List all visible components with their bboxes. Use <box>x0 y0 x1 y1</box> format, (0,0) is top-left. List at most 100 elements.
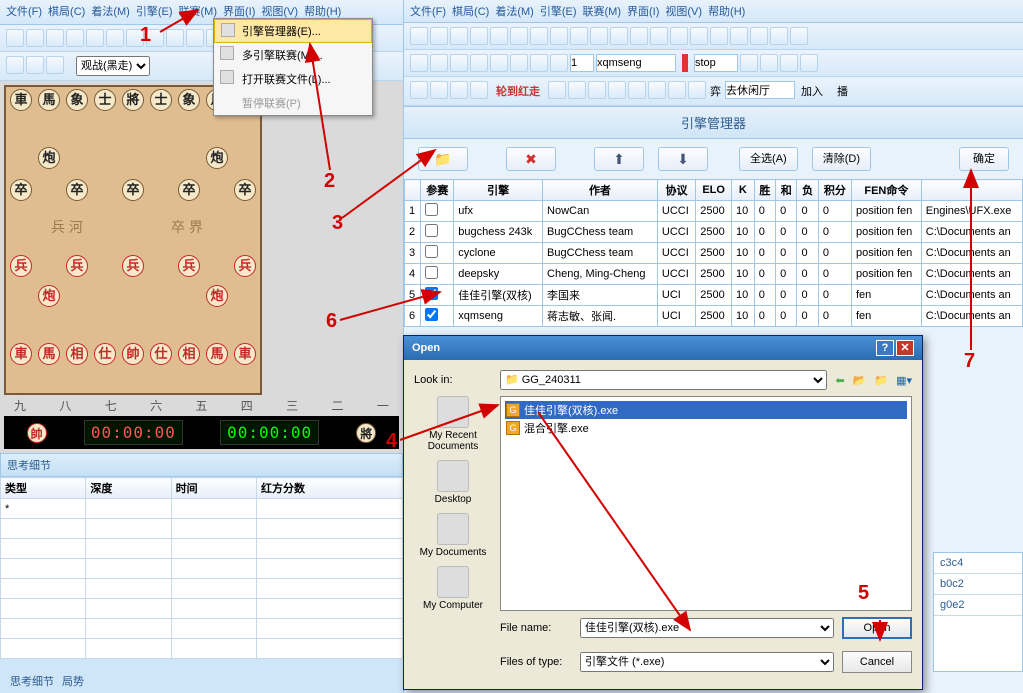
toolbar-button[interactable] <box>630 27 648 45</box>
em-col[interactable]: 积分 <box>818 180 851 201</box>
toolbar-button[interactable] <box>146 29 164 47</box>
move-down-button[interactable]: ⬇ <box>658 147 708 171</box>
file-item[interactable]: G混合引擎.exe <box>505 419 907 437</box>
participate-checkbox[interactable] <box>425 266 438 279</box>
em-col[interactable] <box>921 180 1022 201</box>
toolbar-button[interactable] <box>26 29 44 47</box>
em-col[interactable]: 作者 <box>543 180 658 201</box>
toolbar-button[interactable] <box>106 29 124 47</box>
toolbar-button[interactable] <box>166 29 184 47</box>
engine-row[interactable]: 4deepskyCheng, Ming-ChengUCCI2500100000p… <box>405 264 1023 285</box>
em-col[interactable]: 负 <box>797 180 818 201</box>
em-col[interactable]: ELO <box>696 180 732 201</box>
move-item[interactable]: g0e2 <box>934 595 1022 616</box>
toolbar-button[interactable] <box>450 81 468 99</box>
em-col[interactable] <box>405 180 421 201</box>
move-item[interactable]: b0c2 <box>934 574 1022 595</box>
toolbar-button[interactable] <box>430 54 448 72</box>
ok-button[interactable]: 确定 <box>959 147 1009 171</box>
em-col[interactable]: 和 <box>776 180 797 201</box>
menu-file[interactable]: 文件(F) <box>6 3 42 21</box>
toolbar-button[interactable] <box>740 54 758 72</box>
toolbar-button[interactable] <box>470 27 488 45</box>
delete-engine-button[interactable]: ✖ <box>506 147 556 171</box>
em-col[interactable]: 胜 <box>754 180 775 201</box>
toolbar-button[interactable] <box>46 29 64 47</box>
menu-item-open-league[interactable]: 打开联赛文件(L)... <box>214 67 372 91</box>
tab-thought[interactable]: 思考细节 <box>10 673 54 689</box>
menu-game[interactable]: 棋局(C) <box>48 3 85 21</box>
toolbar-button[interactable] <box>628 81 646 99</box>
view-mode-select[interactable]: 观战(黑走) <box>76 56 150 76</box>
broadcast-label[interactable]: 播 <box>829 81 856 101</box>
menu-move[interactable]: 着法(M) <box>495 3 534 19</box>
em-col[interactable]: 引擎 <box>454 180 543 201</box>
col-redscore[interactable]: 红方分数 <box>257 478 403 499</box>
toolbar-button[interactable] <box>86 29 104 47</box>
toolbar-button[interactable] <box>760 54 778 72</box>
toolbar-button[interactable] <box>410 81 428 99</box>
toolbar-button[interactable] <box>470 81 488 99</box>
participate-checkbox[interactable] <box>425 287 438 300</box>
col-type[interactable]: 类型 <box>1 478 86 499</box>
move-number-input[interactable] <box>570 54 594 72</box>
toolbar-button[interactable] <box>410 54 428 72</box>
toolbar-button[interactable] <box>608 81 626 99</box>
file-item[interactable]: G佳佳引擎(双核).exe <box>505 401 907 419</box>
filetype-select[interactable]: 引擎文件 (*.exe) <box>580 652 834 672</box>
toolbar-button[interactable] <box>530 54 548 72</box>
menu-ui[interactable]: 界面(I) <box>627 3 659 19</box>
toolbar-button[interactable] <box>790 27 808 45</box>
engine-row[interactable]: 5佳佳引擎(双核)李国来UCI2500100000fenC:\Documents… <box>405 285 1023 306</box>
filename-input[interactable]: 佳佳引擎(双核).exe <box>580 618 834 638</box>
participate-checkbox[interactable] <box>425 224 438 237</box>
col-time[interactable]: 时间 <box>171 478 256 499</box>
toolbar-button[interactable] <box>750 27 768 45</box>
menu-engine[interactable]: 引擎(E) <box>136 3 173 21</box>
select-all-button[interactable]: 全选(A) <box>739 147 798 171</box>
newfolder-icon[interactable]: 📁 <box>874 374 888 387</box>
file-list[interactable]: G佳佳引擎(双核).exe G混合引擎.exe <box>500 396 912 611</box>
engine-row[interactable]: 2bugchess 243kBugCChess teamUCCI25001000… <box>405 222 1023 243</box>
toolbar-button[interactable] <box>710 27 728 45</box>
toolbar-button[interactable] <box>186 29 204 47</box>
menu-league[interactable]: 联赛(M) <box>583 3 622 19</box>
em-col[interactable]: 参赛 <box>421 180 454 201</box>
em-col[interactable]: 协议 <box>657 180 695 201</box>
add-engine-button[interactable]: 📁 <box>418 147 468 171</box>
cancel-button[interactable]: Cancel <box>842 651 912 673</box>
toolbar-button[interactable] <box>490 27 508 45</box>
toolbar-button[interactable] <box>668 81 686 99</box>
toolbar-button[interactable] <box>670 27 688 45</box>
move-up-button[interactable]: ⬆ <box>594 147 644 171</box>
toolbar-button[interactable] <box>550 54 568 72</box>
room-input[interactable] <box>725 81 795 99</box>
engine-name-input[interactable] <box>596 54 676 72</box>
toolbar-button[interactable] <box>6 29 24 47</box>
menu-move[interactable]: 着法(M) <box>91 3 130 21</box>
clear-button[interactable]: 清除(D) <box>812 147 871 171</box>
close-button[interactable]: ✕ <box>896 340 914 356</box>
toolbar-button[interactable] <box>780 54 798 72</box>
participate-checkbox[interactable] <box>425 245 438 258</box>
toolbar-button[interactable] <box>6 56 24 74</box>
toolbar-button[interactable] <box>430 27 448 45</box>
toolbar-button[interactable] <box>730 27 748 45</box>
lookin-select[interactable]: 📁 GG_240311 <box>500 370 827 390</box>
toolbar-button[interactable] <box>46 56 64 74</box>
toolbar-button[interactable] <box>126 29 144 47</box>
toolbar-button[interactable] <box>510 54 528 72</box>
up-icon[interactable]: 📂 <box>853 374 867 387</box>
engine-row[interactable]: 1ufxNowCanUCCI2500100000position fenEngi… <box>405 201 1023 222</box>
toolbar-button[interactable] <box>510 27 528 45</box>
participate-checkbox[interactable] <box>425 203 438 216</box>
place-recent[interactable]: My Recent Documents <box>414 396 492 452</box>
move-item[interactable]: c3c4 <box>934 553 1022 574</box>
menu-engine[interactable]: 引擎(E) <box>540 3 577 19</box>
place-desktop[interactable]: Desktop <box>414 460 492 505</box>
place-mydocs[interactable]: My Documents <box>414 513 492 558</box>
menu-help[interactable]: 帮助(H) <box>708 3 745 19</box>
dialog-titlebar[interactable]: Open ? ✕ <box>404 336 922 360</box>
toolbar-button[interactable] <box>530 27 548 45</box>
toolbar-button[interactable] <box>450 27 468 45</box>
